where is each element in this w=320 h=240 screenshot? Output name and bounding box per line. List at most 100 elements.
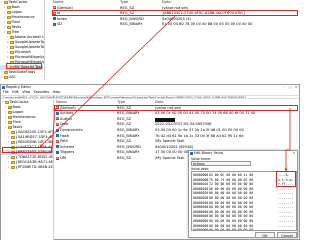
value-name-label: URI bbox=[60, 156, 67, 160]
folder-icon bbox=[4, 100, 9, 104]
value-name-label: DynamicInfo bbox=[60, 128, 83, 132]
tree-item-label: {0B92E84B-10F7-4B7C-9E6A-63D6A6B4A1A0} bbox=[15, 140, 54, 144]
folder-icon bbox=[10, 140, 15, 144]
string-value-icon: ab bbox=[56, 139, 59, 143]
folder-icon bbox=[3, 70, 8, 74]
value-name-label: Triggers bbox=[60, 150, 75, 155]
folder-icon bbox=[9, 35, 14, 39]
string-value-icon: ab bbox=[56, 156, 59, 160]
regedit-tree-pane[interactable]: › TaskCache › Boot › Logon › Maintenance › Plain ›… bbox=[1, 100, 53, 240]
menu-item-help[interactable]: Help bbox=[53, 90, 61, 94]
folder-icon bbox=[7, 115, 12, 119]
value-name-label: SD bbox=[57, 22, 63, 27]
tree-item-label: TaskCache bbox=[9, 100, 29, 104]
top-id-highlight-box bbox=[52, 10, 298, 16]
tree-item-label: Maintenance bbox=[12, 115, 36, 119]
tree-item[interactable]: › UAC bbox=[0, 75, 16, 80]
ascii-highlight-box bbox=[276, 171, 296, 187]
value-name-cell: abURI bbox=[56, 156, 66, 162]
folder-icon bbox=[9, 50, 14, 54]
folder-icon bbox=[6, 25, 11, 29]
value-name-label: Hash bbox=[60, 133, 70, 138]
tree-item-label: Plain bbox=[12, 120, 22, 124]
top-values-pane[interactable]: Name Type Data ab(Default) REG_SZ (value not … bbox=[52, 0, 300, 34]
tree-item-label: GoogleUpdateTaskMachineUA bbox=[14, 45, 45, 49]
value-data-cell: 01 00 04 80 78 00 00 00 88 00 00 00 00 0… bbox=[162, 22, 253, 27]
string-value-icon: ab bbox=[53, 6, 56, 10]
value-type-cell: REG_SZ bbox=[117, 156, 132, 160]
hex-ascii: ........ bbox=[278, 228, 294, 231]
value-name-label: Schema bbox=[60, 144, 75, 149]
folder-icon bbox=[6, 15, 11, 19]
tree-item-label: Plain bbox=[11, 20, 21, 24]
string-value-icon: ab bbox=[56, 117, 59, 121]
cancel-button[interactable]: Cancel bbox=[277, 232, 297, 238]
folder-icon bbox=[10, 155, 15, 159]
binary-value-icon bbox=[56, 150, 59, 154]
tree-item-label: Logon bbox=[11, 10, 23, 14]
tree-item-label: Maintenance bbox=[11, 15, 35, 19]
redacted-data-block bbox=[155, 117, 175, 122]
folder-icon bbox=[7, 110, 12, 114]
folder-icon bbox=[10, 165, 15, 169]
tree-item-label: TaskCache bbox=[8, 0, 28, 4]
binary-value-icon bbox=[56, 145, 59, 149]
tree-item-label: Tasks bbox=[11, 25, 22, 29]
folder-icon bbox=[10, 160, 15, 164]
folder-icon bbox=[9, 55, 14, 59]
value-name-label: Date bbox=[60, 122, 69, 127]
dialog-icon bbox=[190, 152, 193, 155]
tree-item-label: Boot bbox=[12, 105, 21, 109]
value-type-cell: REG_BINARY bbox=[120, 22, 143, 27]
value-row[interactable]: SD REG_BINARY 01 00 04 80 78 00 00 00 88 0… bbox=[52, 22, 300, 28]
tree-item-label: Adobe Acrobat Update Task bbox=[14, 35, 45, 39]
tree-item-label: GoogleUpdateTaskMachineCore bbox=[14, 40, 45, 44]
dialog-close-button[interactable]: ✕ bbox=[291, 151, 297, 156]
ok-button[interactable]: OK bbox=[255, 232, 275, 238]
menu-item-view[interactable]: View bbox=[22, 90, 30, 94]
tree-item-label: UAC bbox=[8, 75, 17, 79]
value-name-label: Actions bbox=[60, 111, 74, 116]
folder-icon bbox=[9, 45, 14, 49]
binary-value-icon bbox=[53, 22, 56, 26]
value-data-label: Value data: bbox=[191, 166, 210, 171]
tree-item-label: {9F2B6E7D-3B58-4C2D-A9E4-7F1B0C6D2E93} bbox=[15, 165, 54, 169]
folder-icon bbox=[9, 40, 14, 44]
value-name-label: Author bbox=[60, 116, 73, 121]
hex-offset: 00000060 bbox=[193, 228, 209, 231]
tree-item-label: Logon bbox=[12, 110, 24, 114]
folder-icon bbox=[10, 130, 15, 134]
tree-item-label: TaskStateFlags bbox=[8, 70, 36, 74]
value-name-label: Path bbox=[60, 139, 68, 144]
value-name-label: Index bbox=[57, 16, 67, 21]
hex-bytes: 00 00 00 00 00 00 00 00 bbox=[209, 228, 254, 231]
tree-item[interactable]: ›{9F2B6E7D-3B58-4C2D-A9E4-7F1B0C6D2E93} bbox=[1, 165, 53, 170]
menu-item-file[interactable]: File bbox=[3, 90, 9, 94]
folder-icon bbox=[7, 105, 12, 109]
binary-value-icon bbox=[56, 134, 59, 138]
tree-item-label: {8E0C4A3B-9A71-4E0B-B0A5-2C7D3E1F4A62} bbox=[15, 160, 54, 164]
folder-icon bbox=[6, 20, 11, 24]
tree-item-label: Tasks bbox=[12, 125, 23, 129]
string-value-icon: ab bbox=[56, 122, 59, 126]
menu-item-favorites[interactable]: Favorites bbox=[34, 90, 49, 94]
dialog-title-bar: Edit Binary Value ✕ bbox=[189, 151, 297, 156]
tree-item-label: {0AC65200-15F5-4F8C-8A3B-8FF1D20C76E3} bbox=[15, 130, 54, 134]
value-name-field[interactable]: Actions bbox=[191, 161, 251, 166]
folder-icon bbox=[6, 30, 11, 34]
regedit-icon bbox=[2, 86, 5, 89]
dialog-title: Edit Binary Value bbox=[194, 151, 223, 155]
tree-item-label: Tree bbox=[11, 30, 20, 34]
top-task-highlight-box bbox=[6, 63, 42, 69]
folder-icon bbox=[3, 75, 8, 79]
address-bar[interactable]: Computer\HKEY_LOCAL_MACHINE\SOFTWARE\Mic… bbox=[1, 94, 299, 99]
edit-binary-dialog: Edit Binary Value ✕ Value name: Actions … bbox=[188, 150, 298, 238]
folder-icon bbox=[3, 0, 8, 4]
menu-item-edit[interactable]: Edit bbox=[12, 90, 19, 94]
window-title: Registry Editor bbox=[6, 85, 31, 89]
value-name-cell: SD bbox=[53, 22, 62, 28]
tree-item-label: Boot bbox=[11, 5, 20, 9]
tree-item-label: Microsoft bbox=[14, 50, 31, 54]
binary-value-icon bbox=[56, 111, 59, 115]
tree-guid-highlight-box bbox=[2, 147, 52, 153]
